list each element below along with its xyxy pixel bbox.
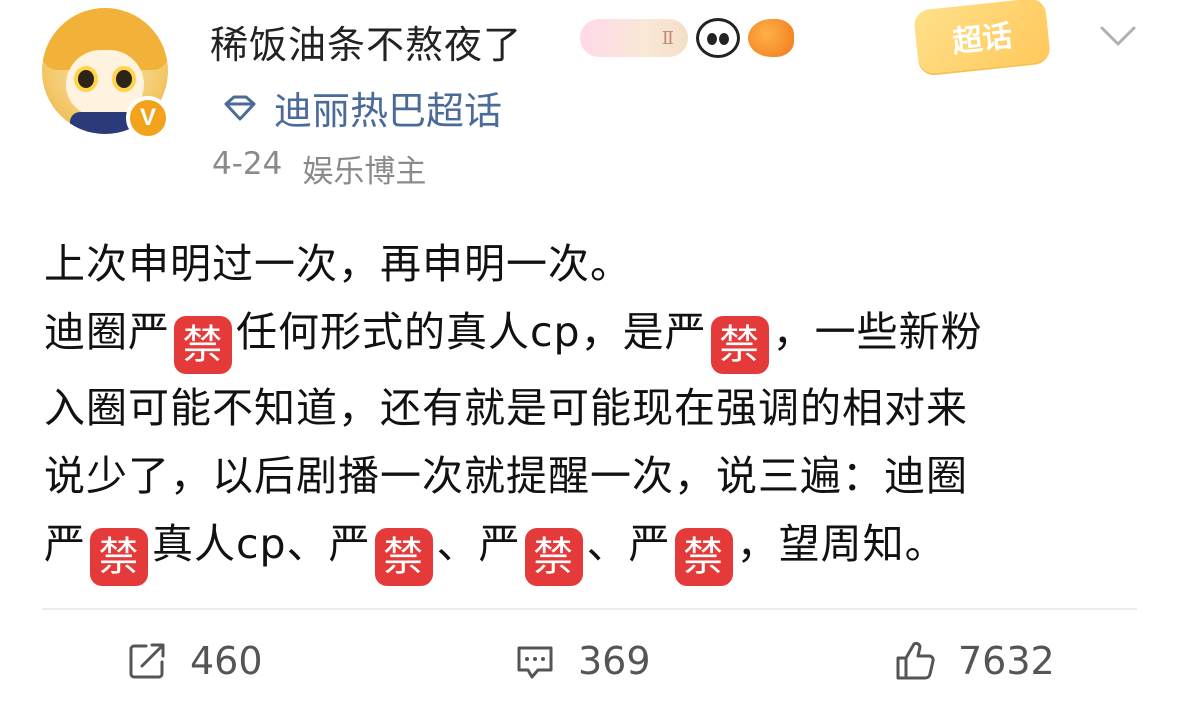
user-badges: Ⅱ bbox=[580, 18, 794, 58]
content-text: 、严 bbox=[586, 520, 671, 568]
fan-level-badge[interactable]: Ⅱ bbox=[580, 19, 688, 57]
like-icon bbox=[896, 641, 935, 680]
content-line: 迪圈严禁任何形式的真人cp，是严禁，一些新粉 bbox=[44, 298, 1144, 374]
ban-emoji-icon: 禁 bbox=[374, 528, 433, 586]
content-line: 上次申明过一次，再申明一次。 bbox=[44, 240, 632, 288]
weibo-post-card: V 稀饭油条不熬夜了 Ⅱ 超话 迪丽热巴超话 4-24 娱乐博主 上次申明过一次… bbox=[0, 0, 1179, 714]
supertopic-link[interactable]: 迪丽热巴超话 bbox=[220, 80, 502, 135]
content-text: 真人cp、严 bbox=[152, 520, 371, 568]
share-icon bbox=[129, 643, 165, 679]
comment-count: 369 bbox=[578, 639, 651, 683]
content-text: 迪圈严 bbox=[44, 308, 170, 356]
diamond-icon bbox=[224, 95, 256, 120]
content-text: ，望周知。 bbox=[736, 520, 947, 568]
fish-badge-icon[interactable] bbox=[748, 19, 794, 57]
content-line: 严禁真人cp、严禁、严禁、严禁，望周知。 bbox=[44, 510, 1144, 586]
content-text: ，一些新粉 bbox=[772, 308, 983, 356]
content-line: 入圈可能不知道，还有就是可能现在强调的相对来 bbox=[44, 384, 968, 432]
like-count: 7632 bbox=[958, 639, 1055, 683]
verified-badge-icon: V bbox=[126, 96, 170, 140]
share-button[interactable]: 460 bbox=[126, 626, 263, 696]
avatar-eye bbox=[112, 66, 136, 92]
supertopic-label: 迪丽热巴超话 bbox=[274, 89, 503, 133]
content-text: 、严 bbox=[436, 520, 521, 568]
post-date: 4-24 bbox=[212, 146, 283, 182]
ban-emoji-icon: 禁 bbox=[174, 316, 232, 374]
action-bar: 460 369 7632 bbox=[0, 626, 1179, 696]
share-count: 460 bbox=[190, 639, 263, 683]
ban-emoji-icon: 禁 bbox=[674, 528, 733, 586]
chaohua-tag[interactable]: 超话 bbox=[913, 0, 1051, 75]
content-line: 说少了，以后剧播一次就提醒一次，说三遍：迪圈 bbox=[44, 452, 968, 500]
ban-emoji-icon: 禁 bbox=[524, 528, 583, 586]
panda-badge-icon[interactable] bbox=[696, 18, 740, 58]
avatar-eye bbox=[74, 66, 98, 92]
user-category: 娱乐博主 bbox=[302, 154, 427, 190]
comment-button[interactable]: 369 bbox=[514, 626, 651, 696]
ban-emoji-icon: 禁 bbox=[90, 528, 148, 586]
username[interactable]: 稀饭油条不熬夜了 bbox=[210, 14, 522, 69]
post-content: 上次申明过一次，再申明一次。 迪圈严禁任何形式的真人cp，是严禁，一些新粉 入圈… bbox=[44, 230, 1144, 586]
chevron-down-icon[interactable] bbox=[1098, 22, 1138, 50]
comment-icon bbox=[517, 646, 553, 679]
divider bbox=[42, 608, 1137, 610]
content-text: 任何形式的真人cp，是严 bbox=[236, 308, 707, 356]
like-button[interactable]: 7632 bbox=[894, 626, 1055, 696]
post-meta: 4-24 娱乐博主 bbox=[212, 146, 426, 191]
content-text: 严 bbox=[44, 520, 86, 568]
ban-emoji-icon: 禁 bbox=[710, 316, 769, 374]
